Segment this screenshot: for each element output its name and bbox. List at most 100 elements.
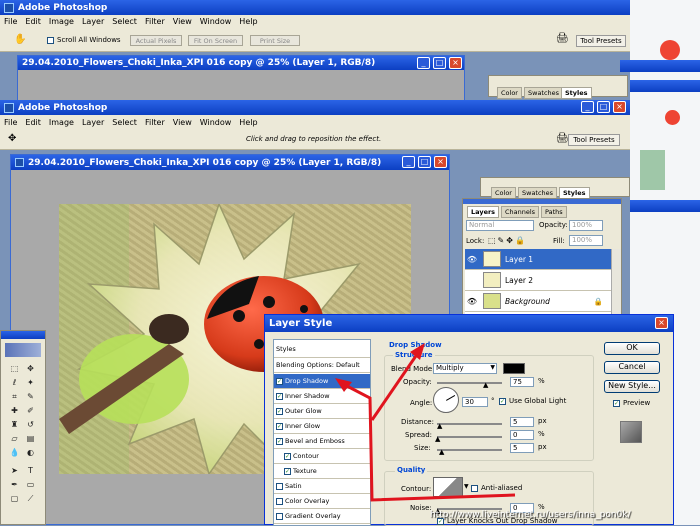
menu2-filter[interactable]: Filter bbox=[145, 118, 165, 127]
contour-picker[interactable] bbox=[433, 477, 463, 497]
stamp-tool-icon[interactable]: ♜ bbox=[9, 419, 20, 430]
layer-name[interactable]: Background bbox=[505, 297, 550, 306]
menu-layer[interactable]: Layer bbox=[82, 17, 104, 26]
shape-tool-icon[interactable]: ▭ bbox=[25, 479, 36, 490]
menu-image[interactable]: Image bbox=[49, 17, 74, 26]
tool-presets2-tab[interactable]: Tool Presets bbox=[568, 134, 620, 146]
doc2-maximize-button[interactable]: □ bbox=[418, 156, 431, 168]
menu2-edit[interactable]: Edit bbox=[25, 118, 41, 127]
doc2-title-bar[interactable]: 29.04.2010_Flowers_Choki_Inka_XPI 016 co… bbox=[11, 155, 449, 170]
bevel-emboss-checkbox[interactable]: ✓ bbox=[276, 437, 283, 445]
app2-title-bar[interactable]: Adobe Photoshop bbox=[0, 100, 630, 115]
spread-field[interactable]: 0 bbox=[510, 430, 534, 440]
move-tool-icon[interactable]: ✥ bbox=[8, 133, 16, 144]
visibility-eye-icon[interactable]: 👁 bbox=[465, 297, 479, 306]
type-tool-icon[interactable]: T bbox=[25, 465, 36, 476]
style-inner-glow[interactable]: ✓ Inner Glow bbox=[274, 419, 370, 434]
inner-shadow-checkbox[interactable]: ✓ bbox=[276, 392, 283, 400]
inner-glow-checkbox[interactable]: ✓ bbox=[276, 422, 283, 430]
layer-name[interactable]: Layer 1 bbox=[505, 255, 533, 264]
contour-chevron-down-icon[interactable]: ▼ bbox=[464, 483, 469, 490]
pen-tool-icon[interactable]: ✒ bbox=[9, 479, 20, 490]
dialog-close-button[interactable]: × bbox=[655, 317, 668, 329]
doc-title-bar[interactable]: 29.04.2010_Flowers_Choki_Inka_XPI 016 co… bbox=[18, 56, 464, 70]
menu2-image[interactable]: Image bbox=[49, 118, 74, 127]
doc2-minimize-button[interactable]: _ bbox=[402, 156, 415, 168]
spread-slider[interactable] bbox=[437, 436, 502, 438]
fill-field[interactable]: 100% bbox=[569, 235, 603, 246]
actual-pixels-button[interactable]: Actual Pixels bbox=[130, 35, 182, 46]
new-style-button[interactable]: New Style... bbox=[604, 380, 660, 393]
app2-close-button[interactable]: × bbox=[613, 101, 626, 113]
menu-file[interactable]: File bbox=[4, 17, 17, 26]
eyedropper-tool-icon[interactable]: ⟋ bbox=[25, 493, 36, 504]
contour-checkbox[interactable]: ✓ bbox=[284, 452, 291, 460]
spread-slider-thumb[interactable]: ▲ bbox=[435, 435, 440, 443]
fit-on-screen-button[interactable]: Fit On Screen bbox=[188, 35, 243, 46]
doc-maximize-button[interactable]: □ bbox=[433, 57, 446, 69]
drop-shadow-checkbox[interactable]: ✓ bbox=[276, 377, 283, 385]
layer-row-layer1[interactable]: 👁 Layer 1 bbox=[465, 249, 611, 270]
doc-minimize-button[interactable]: _ bbox=[417, 57, 430, 69]
style-drop-shadow[interactable]: ✓ Drop Shadow bbox=[274, 374, 370, 389]
color-overlay-checkbox[interactable] bbox=[276, 497, 283, 505]
styles-header[interactable]: Styles bbox=[274, 340, 370, 358]
tab-layers[interactable]: Layers bbox=[467, 206, 500, 218]
gradient-tool-icon[interactable]: ▤ bbox=[25, 433, 36, 444]
app2-minimize-button[interactable]: _ bbox=[581, 101, 594, 113]
opacity-slider[interactable] bbox=[437, 382, 502, 384]
style-contour[interactable]: ✓ Contour bbox=[274, 449, 370, 464]
style-color-overlay[interactable]: Color Overlay bbox=[274, 494, 370, 509]
menu-select[interactable]: Select bbox=[112, 17, 137, 26]
opacity-field[interactable]: 100% bbox=[569, 220, 603, 231]
menu-edit[interactable]: Edit bbox=[25, 17, 41, 26]
blend-mode-select[interactable]: Normal bbox=[466, 220, 534, 231]
tab-channels[interactable]: Channels bbox=[501, 206, 540, 218]
preview-checkbox[interactable]: ✓ bbox=[613, 400, 620, 407]
size-slider[interactable] bbox=[437, 449, 502, 451]
menu-view[interactable]: View bbox=[173, 17, 192, 26]
layer-row-layer2[interactable]: Layer 2 bbox=[465, 270, 611, 291]
doc2-close-button[interactable]: × bbox=[434, 156, 447, 168]
cancel-button[interactable]: Cancel bbox=[604, 361, 660, 374]
magic-wand-icon[interactable]: ✦ bbox=[25, 377, 36, 388]
lock-icons[interactable]: ⬚✎✥🔒 bbox=[488, 236, 527, 245]
history-brush-icon[interactable]: ↺ bbox=[25, 419, 36, 430]
visibility-eye-icon[interactable]: 👁 bbox=[465, 255, 479, 264]
opacity-slider-thumb[interactable]: ▲ bbox=[483, 381, 488, 389]
notes-tool-icon[interactable]: ▢ bbox=[9, 493, 20, 504]
menu2-select[interactable]: Select bbox=[112, 118, 137, 127]
antialiased-checkbox[interactable] bbox=[471, 485, 478, 492]
angle-dial[interactable] bbox=[433, 387, 459, 413]
satin-checkbox[interactable] bbox=[276, 482, 283, 490]
lasso-tool-icon[interactable]: ℓ bbox=[9, 377, 20, 388]
marquee-tool-icon[interactable]: ⬚ bbox=[9, 363, 20, 374]
size-slider-thumb[interactable]: ▲ bbox=[439, 448, 444, 456]
global-light-checkbox[interactable]: ✓ bbox=[499, 398, 506, 405]
tab-paths[interactable]: Paths bbox=[541, 206, 567, 218]
outer-glow-checkbox[interactable]: ✓ bbox=[276, 407, 283, 415]
print-size-button[interactable]: Print Size bbox=[250, 35, 300, 46]
layer-row-background[interactable]: 👁 Background 🔒 bbox=[465, 291, 611, 312]
angle-field[interactable]: 30 bbox=[462, 397, 488, 407]
style-bevel-emboss[interactable]: ✓ Bevel and Emboss bbox=[274, 434, 370, 449]
distance-slider-thumb[interactable]: ▲ bbox=[437, 422, 442, 430]
blur-tool-icon[interactable]: 💧 bbox=[9, 447, 20, 458]
menu-help[interactable]: Help bbox=[239, 17, 257, 26]
menu2-view[interactable]: View bbox=[173, 118, 192, 127]
menu-window[interactable]: Window bbox=[200, 17, 232, 26]
tab-styles-back[interactable]: Styles bbox=[561, 87, 592, 99]
crop-tool-icon[interactable]: ⌗ bbox=[9, 391, 20, 402]
style-outer-glow[interactable]: ✓ Outer Glow bbox=[274, 404, 370, 419]
scroll-all-checkbox[interactable] bbox=[47, 37, 54, 44]
printer-icon[interactable]: 🖨 bbox=[556, 33, 569, 44]
size-field[interactable]: 5 bbox=[510, 443, 534, 453]
tab-color-back[interactable]: Color bbox=[497, 87, 522, 99]
menu2-window[interactable]: Window bbox=[200, 118, 232, 127]
doc-close-button[interactable]: × bbox=[449, 57, 462, 69]
app-title-bar[interactable]: Adobe Photoshop bbox=[0, 0, 700, 15]
brush-tool-icon[interactable]: ✐ bbox=[25, 405, 36, 416]
style-satin[interactable]: Satin bbox=[274, 479, 370, 494]
gradient-overlay-checkbox[interactable] bbox=[276, 512, 283, 520]
opacity-value-field[interactable]: 75 bbox=[510, 377, 534, 387]
